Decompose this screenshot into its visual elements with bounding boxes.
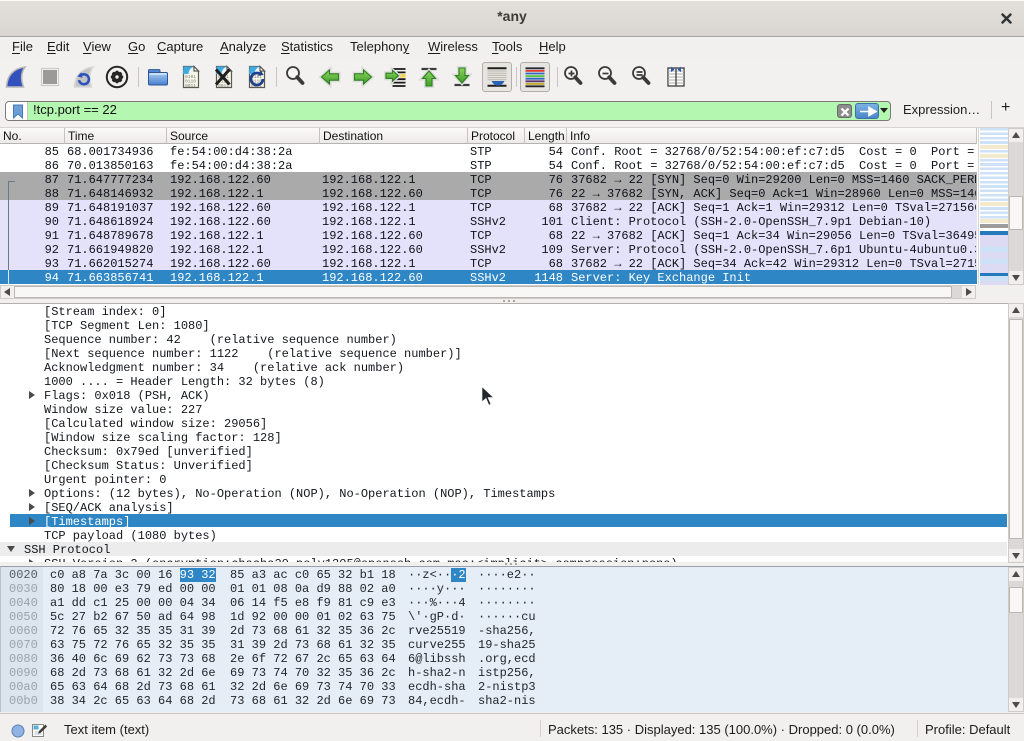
svg-text:0011: 0011 [185, 83, 196, 89]
